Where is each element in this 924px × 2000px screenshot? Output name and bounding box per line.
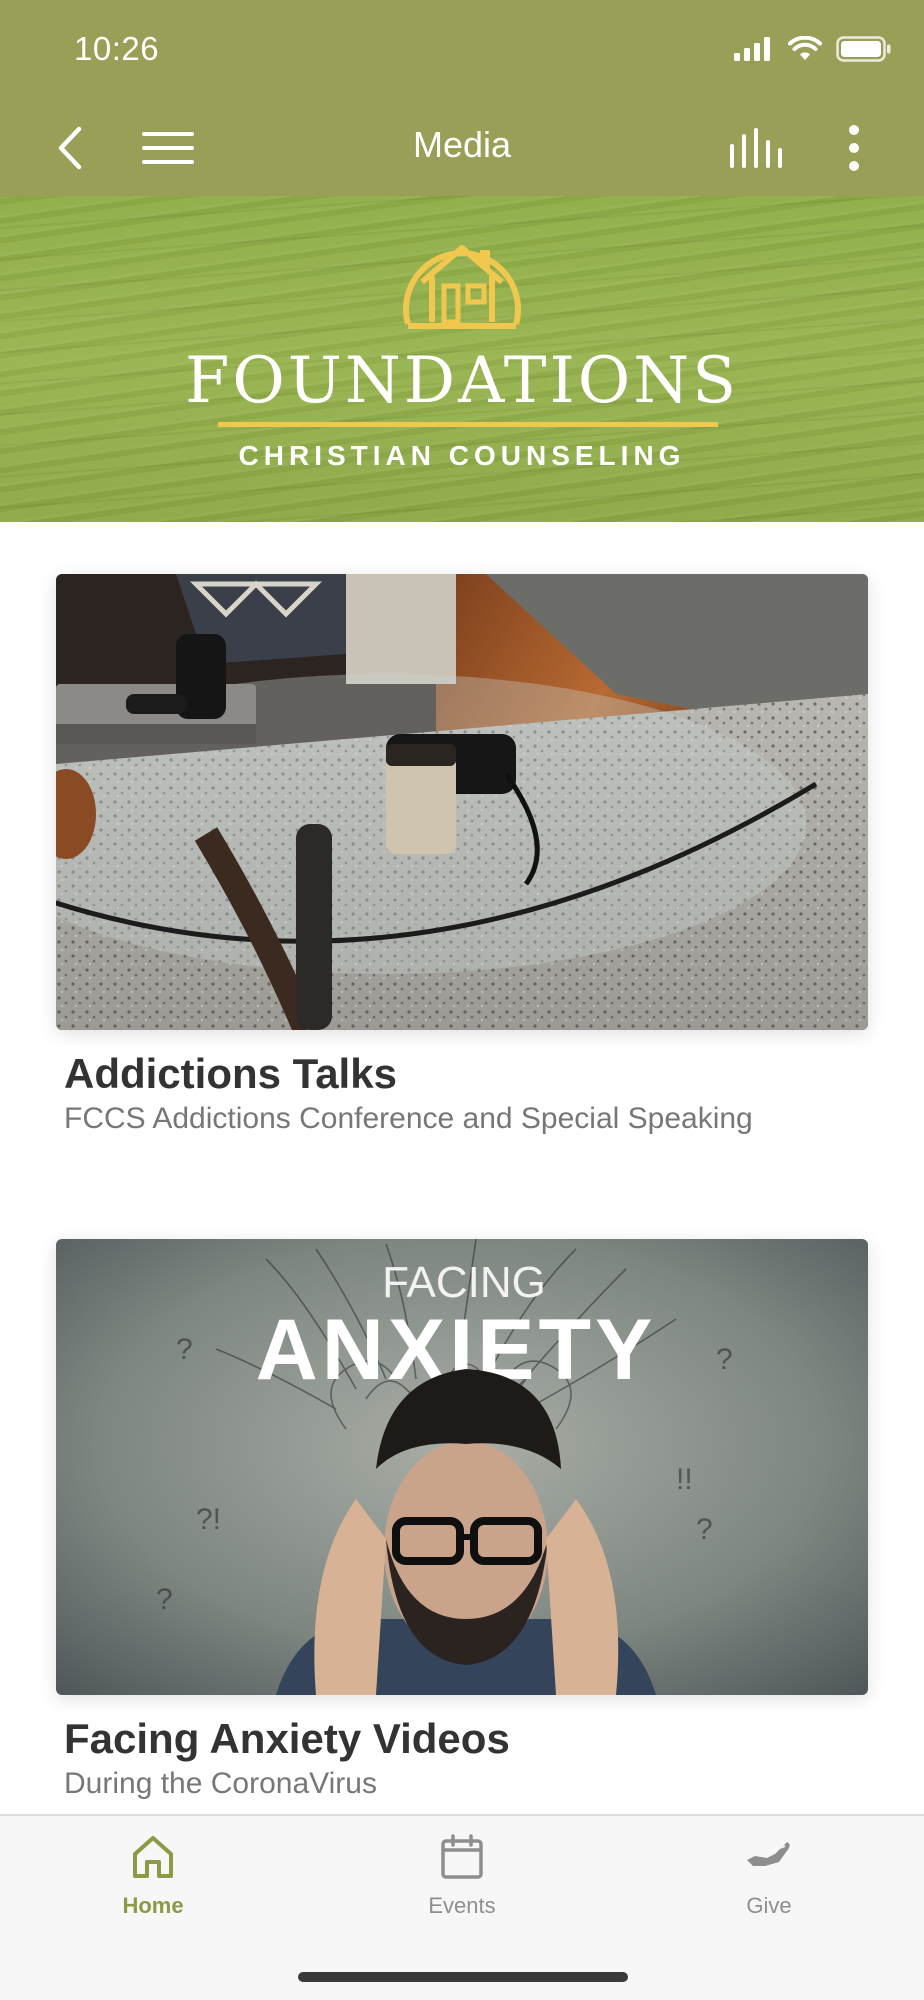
brand-divider xyxy=(218,422,718,427)
svg-text:?: ? xyxy=(176,1333,193,1366)
svg-text:!!: !! xyxy=(676,1463,693,1496)
wifi-icon xyxy=(788,36,822,60)
tab-home[interactable]: Home xyxy=(73,1834,233,1919)
house-logo-icon xyxy=(0,226,924,339)
media-card-addictions[interactable]: Addictions Talks FCCS Addictions Confere… xyxy=(56,574,868,1136)
svg-text:?!: ?! xyxy=(196,1503,221,1536)
card-subtitle: During the CoronaVirus xyxy=(64,1767,377,1800)
battery-icon xyxy=(836,36,891,62)
media-card-anxiety[interactable]: ?? ?!? ?!! FACING ANXIETY Facing Anxiety… xyxy=(56,1239,868,1801)
card-title: Addictions Talks xyxy=(64,1050,397,1097)
svg-text:?: ? xyxy=(156,1583,173,1616)
image-text-facing: FACING xyxy=(382,1258,546,1307)
equalizer-icon xyxy=(730,128,782,168)
card-image-living-room[interactable] xyxy=(56,574,868,1030)
more-options-button[interactable] xyxy=(834,118,874,178)
status-time: 10:26 xyxy=(74,30,160,67)
signal-icon xyxy=(734,37,770,61)
tab-give[interactable]: Give xyxy=(689,1834,849,1919)
svg-text:?: ? xyxy=(716,1343,733,1376)
home-indicator[interactable] xyxy=(298,1972,628,1982)
more-vertical-icon xyxy=(849,125,859,171)
tab-label: Home xyxy=(122,1893,184,1918)
brand-subtitle: CHRISTIAN COUNSELING xyxy=(238,440,686,471)
tab-label: Give xyxy=(746,1893,792,1918)
tab-events[interactable]: Events xyxy=(382,1834,542,1919)
home-icon xyxy=(133,1836,173,1878)
tab-label: Events xyxy=(428,1893,496,1918)
brand-title: FOUNDATIONS xyxy=(184,344,740,418)
svg-text:?: ? xyxy=(696,1513,713,1546)
status-icons xyxy=(734,36,892,62)
card-subtitle: FCCS Addictions Conference and Special S… xyxy=(64,1102,753,1135)
card-title: Facing Anxiety Videos xyxy=(64,1715,510,1762)
give-hand-icon xyxy=(747,1842,790,1866)
audio-player-button[interactable] xyxy=(726,118,786,178)
calendar-icon xyxy=(441,1834,483,1879)
brand-banner: FOUNDATIONS CHRISTIAN COUNSELING xyxy=(0,196,924,522)
app-header: 10:26 Media xyxy=(0,0,924,196)
card-image-anxiety[interactable]: ?? ?!? ?!! FACING ANXIETY xyxy=(56,1239,868,1695)
